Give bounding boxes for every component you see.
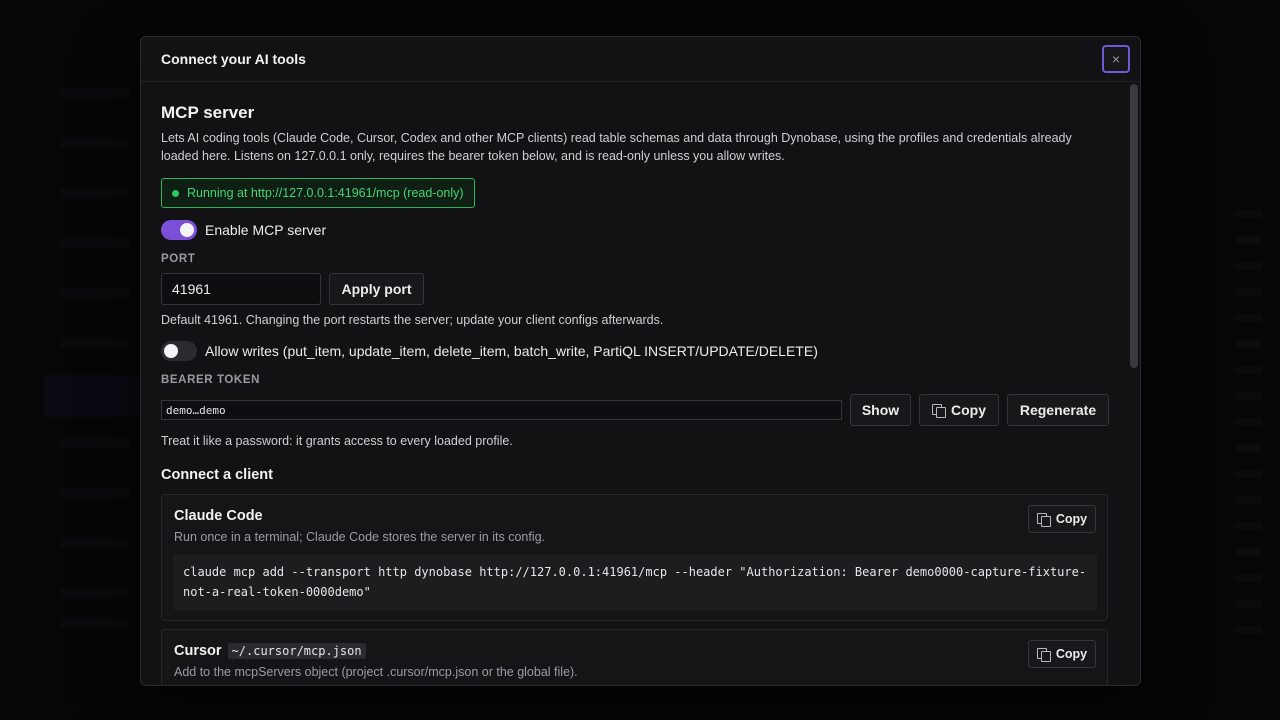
connect-client-title: Connect a client	[161, 467, 273, 483]
enable-mcp-label: Enable MCP server	[205, 222, 327, 238]
client-card-cursor: Cursor ~/.cursor/mcp.json Add to the mcp…	[161, 629, 1108, 685]
enable-mcp-toggle[interactable]	[161, 220, 197, 240]
copy-config-label: Copy	[1055, 647, 1088, 661]
client-description: Run once in a terminal; Claude Code stor…	[174, 530, 546, 544]
client-description: Add to the mcpServers object (project .c…	[174, 665, 578, 679]
port-label: PORT	[161, 253, 196, 265]
close-icon: ×	[1111, 51, 1121, 67]
dialog-header: Connect your AI tools ×	[141, 37, 1140, 82]
show-token-button[interactable]: Show	[850, 394, 911, 426]
copy-token-button[interactable]: Copy	[919, 394, 999, 426]
port-hint: Default 41961. Changing the port restart…	[161, 313, 664, 327]
dialog-title: Connect your AI tools	[161, 51, 306, 67]
allow-writes-toggle[interactable]	[161, 341, 197, 361]
token-hint: Treat it like a password: it grants acce…	[161, 434, 513, 448]
dialog-scrollbar[interactable]	[1130, 82, 1138, 685]
toggle-knob	[164, 344, 178, 358]
server-status-text: Running at http://127.0.0.1:41961/mcp (r…	[187, 186, 464, 200]
port-input[interactable]	[161, 273, 321, 305]
bearer-token-label: BEARER TOKEN	[161, 374, 260, 386]
bearer-token-field[interactable]	[161, 400, 842, 420]
mcp-description: Lets AI coding tools (Claude Code, Curso…	[161, 131, 1072, 163]
mcp-section-title: MCP server	[161, 103, 255, 122]
copy-config-button[interactable]: Copy	[1028, 640, 1096, 668]
copy-icon	[1036, 512, 1051, 527]
client-name: Claude Code	[174, 508, 263, 524]
status-dot-icon	[172, 189, 179, 197]
config-path-chip: ~/.cursor/mcp.json	[227, 643, 366, 659]
copy-icon	[1036, 647, 1051, 662]
dialog-body: MCP server Lets AI coding tools (Claude …	[141, 82, 1128, 685]
copy-command-button[interactable]: Copy	[1028, 505, 1096, 533]
apply-port-button[interactable]: Apply port	[329, 273, 424, 305]
toggle-knob	[180, 223, 194, 237]
allow-writes-label: Allow writes (put_item, update_item, del…	[205, 343, 818, 359]
client-card-claude-code: Claude Code Run once in a terminal; Clau…	[161, 494, 1108, 621]
copy-icon	[932, 403, 946, 418]
client-name: Cursor	[174, 643, 222, 659]
connect-ai-tools-dialog: Connect your AI tools × MCP server Lets …	[140, 36, 1141, 686]
copy-token-label: Copy	[951, 402, 986, 418]
server-status-badge: Running at http://127.0.0.1:41961/mcp (r…	[161, 178, 475, 208]
scrollbar-thumb[interactable]	[1130, 84, 1138, 368]
claude-code-command[interactable]: claude mcp add --transport http dynobase…	[173, 554, 1097, 610]
regenerate-token-button[interactable]: Regenerate	[1007, 394, 1109, 426]
close-button[interactable]: ×	[1102, 45, 1130, 73]
copy-command-label: Copy	[1055, 512, 1088, 526]
client-title: Cursor ~/.cursor/mcp.json	[174, 643, 366, 659]
client-title: Claude Code	[174, 508, 263, 524]
